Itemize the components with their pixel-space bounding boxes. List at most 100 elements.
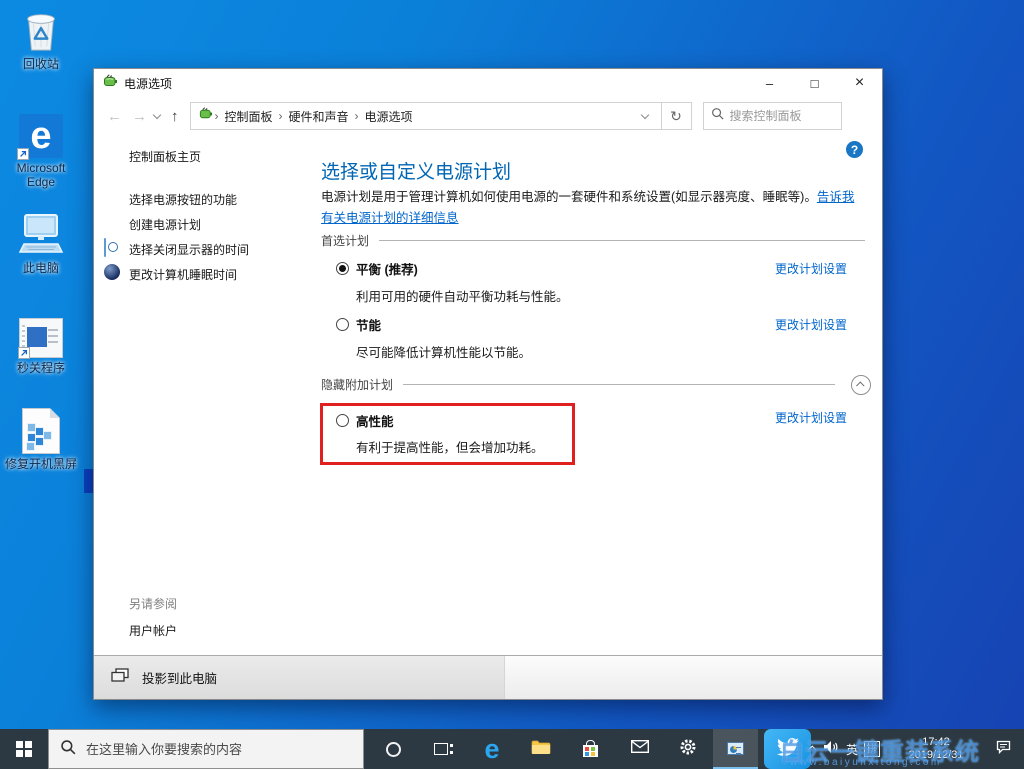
action-center-button[interactable] bbox=[990, 729, 1016, 769]
tray-clock[interactable]: 17:42 2019/12/31 bbox=[892, 729, 980, 769]
tray-show-hidden-button[interactable] bbox=[806, 729, 820, 769]
action-center-icon bbox=[996, 739, 1011, 759]
speaker-icon bbox=[823, 740, 839, 759]
plan-high-performance: 高性能 有利于提高性能，但会增加功耗。 bbox=[336, 411, 572, 456]
section-title: 首选计划 bbox=[321, 234, 370, 248]
desktop-icon-label: Microsoft Edge bbox=[16, 161, 66, 189]
program-window-icon bbox=[2, 310, 80, 359]
mail-button[interactable] bbox=[618, 729, 662, 769]
change-plan-settings-link[interactable]: 更改计划设置 bbox=[775, 316, 847, 333]
cortana-button[interactable] bbox=[371, 729, 415, 769]
chevron-up-icon bbox=[808, 745, 817, 754]
highlight-box: 高性能 有利于提高性能，但会增加功耗。 bbox=[320, 403, 575, 465]
address-dropdown-icon[interactable] bbox=[640, 110, 649, 120]
sidebar-item-create-plan[interactable]: 创建电源计划 bbox=[129, 216, 201, 233]
task-view-button[interactable] bbox=[419, 729, 463, 769]
help-icon[interactable]: ? bbox=[846, 141, 863, 158]
section-preferred-plans: 首选计划 bbox=[321, 232, 865, 249]
change-plan-settings-link[interactable]: 更改计划设置 bbox=[775, 260, 847, 277]
sleep-time-icon bbox=[104, 264, 120, 280]
sidebar-item-home[interactable]: 控制面板主页 bbox=[129, 148, 201, 165]
breadcrumb-control-panel[interactable]: 控制面板 bbox=[225, 108, 273, 125]
refresh-button[interactable]: ↻ bbox=[661, 102, 692, 130]
taskbar-active-app[interactable] bbox=[713, 729, 758, 769]
sidebar-item-sleep-time[interactable]: 更改计算机睡眠时间 bbox=[129, 266, 237, 283]
crumb-separator: › bbox=[354, 109, 359, 123]
plan-description: 有利于提高性能，但会增加功耗。 bbox=[356, 441, 544, 455]
sidebar-item-power-buttons[interactable]: 选择电源按钮的功能 bbox=[129, 191, 237, 208]
tray-ime-mode[interactable]: 拼 bbox=[862, 729, 882, 769]
this-pc-icon bbox=[2, 210, 80, 258]
radio-high-performance[interactable] bbox=[336, 414, 349, 427]
plan-name: 平衡 (推荐) bbox=[356, 263, 418, 277]
up-button[interactable]: ↑ bbox=[171, 108, 179, 125]
desktop-icon-edge[interactable]: e Microsoft Edge bbox=[2, 110, 80, 189]
power-options-window: 电源选项 – □ × ← → ↑ › 控制面板 › 硬件和声音 › 电源选项 ↻… bbox=[93, 68, 883, 700]
plan-description: 尽可能降低计算机性能以节能。 bbox=[356, 346, 532, 360]
intro-text: 电源计划是用于管理计算机如何使用电源的一套硬件和系统设置(如显示器亮度、睡眠等)… bbox=[321, 190, 817, 204]
back-button[interactable]: ← bbox=[107, 108, 122, 125]
power-options-icon bbox=[102, 73, 118, 94]
registry-file-icon bbox=[2, 406, 80, 454]
taskbar-search[interactable] bbox=[48, 729, 364, 769]
section-hidden-plans: 隐藏附加计划 bbox=[321, 376, 865, 393]
title-bar[interactable]: 电源选项 – □ × bbox=[94, 69, 882, 97]
settings-button[interactable] bbox=[666, 729, 710, 769]
desktop: 回收站 e Microsoft Edge 此电脑 秒关程序 修复开机黑屏 电源选… bbox=[0, 0, 1024, 769]
tray-time: 17:42 bbox=[922, 736, 950, 748]
intro-paragraph: 电源计划是用于管理计算机如何使用电源的一套硬件和系统设置(如显示器亮度、睡眠等)… bbox=[321, 187, 863, 229]
windows-logo-icon bbox=[16, 741, 32, 757]
file-explorer-button[interactable] bbox=[519, 729, 563, 769]
radio-power-saver[interactable] bbox=[336, 318, 349, 331]
section-title: 隐藏附加计划 bbox=[321, 378, 394, 392]
store-icon bbox=[582, 740, 598, 757]
forward-button[interactable]: → bbox=[132, 108, 147, 125]
desktop-icon-registry-fix[interactable]: 修复开机黑屏 bbox=[2, 406, 80, 471]
sidebar-item-display-time[interactable]: 选择关闭显示器的时间 bbox=[129, 241, 249, 258]
collapse-section-button[interactable] bbox=[851, 375, 871, 395]
desktop-icon-recycle-bin[interactable]: 回收站 bbox=[2, 6, 80, 71]
window-edge-artifact bbox=[84, 469, 93, 493]
twitter-app-button[interactable] bbox=[764, 729, 811, 769]
tray-volume-button[interactable] bbox=[821, 729, 841, 769]
control-panel-window-icon bbox=[727, 741, 744, 755]
breadcrumb-hardware-sound[interactable]: 硬件和声音 bbox=[289, 108, 349, 125]
control-panel-search[interactable] bbox=[702, 102, 842, 130]
search-input[interactable] bbox=[729, 109, 834, 123]
sidebar-item-user-accounts[interactable]: 用户帐户 bbox=[129, 622, 177, 639]
plan-name: 节能 bbox=[356, 319, 382, 333]
breadcrumb-power-options[interactable]: 电源选项 bbox=[365, 108, 413, 125]
edge-icon: e bbox=[2, 110, 80, 160]
start-button[interactable] bbox=[0, 729, 48, 769]
taskbar: e bbox=[0, 729, 1024, 769]
project-to-pc-row[interactable]: 投影到此电脑 bbox=[94, 656, 505, 699]
close-button[interactable]: × bbox=[837, 69, 882, 97]
history-dropdown-icon[interactable] bbox=[152, 110, 162, 120]
maximize-button[interactable]: □ bbox=[792, 69, 837, 97]
chevron-up-icon bbox=[856, 381, 865, 390]
power-options-icon bbox=[198, 106, 213, 126]
page-title: 选择或自定义电源计划 bbox=[321, 162, 512, 183]
folder-icon bbox=[531, 739, 551, 759]
change-plan-settings-link[interactable]: 更改计划设置 bbox=[775, 409, 847, 426]
cortana-icon bbox=[385, 741, 401, 757]
desktop-icon-this-pc[interactable]: 此电脑 bbox=[2, 210, 80, 275]
window-title: 电源选项 bbox=[124, 76, 173, 91]
desktop-icon-app[interactable]: 秒关程序 bbox=[2, 310, 80, 375]
tray-ime-language[interactable]: 英 bbox=[843, 729, 861, 769]
projection-icon bbox=[111, 668, 129, 687]
radio-balanced[interactable] bbox=[336, 262, 349, 275]
desktop-icon-label: 回收站 bbox=[22, 57, 59, 71]
address-bar[interactable]: › 控制面板 › 硬件和声音 › 电源选项 bbox=[189, 102, 662, 130]
search-icon bbox=[60, 739, 76, 760]
store-button[interactable] bbox=[568, 729, 612, 769]
search-icon bbox=[711, 107, 724, 125]
window-footer: 投影到此电脑 bbox=[94, 655, 882, 699]
minimize-button[interactable]: – bbox=[747, 69, 792, 97]
taskbar-search-input[interactable] bbox=[86, 741, 352, 757]
plan-power-saver: 节能 尽可能降低计算机性能以节能。 bbox=[336, 315, 531, 361]
edge-taskbar-button[interactable]: e bbox=[470, 729, 514, 769]
section-divider bbox=[403, 384, 835, 385]
plan-name: 高性能 bbox=[356, 415, 394, 429]
task-view-icon bbox=[434, 743, 453, 755]
